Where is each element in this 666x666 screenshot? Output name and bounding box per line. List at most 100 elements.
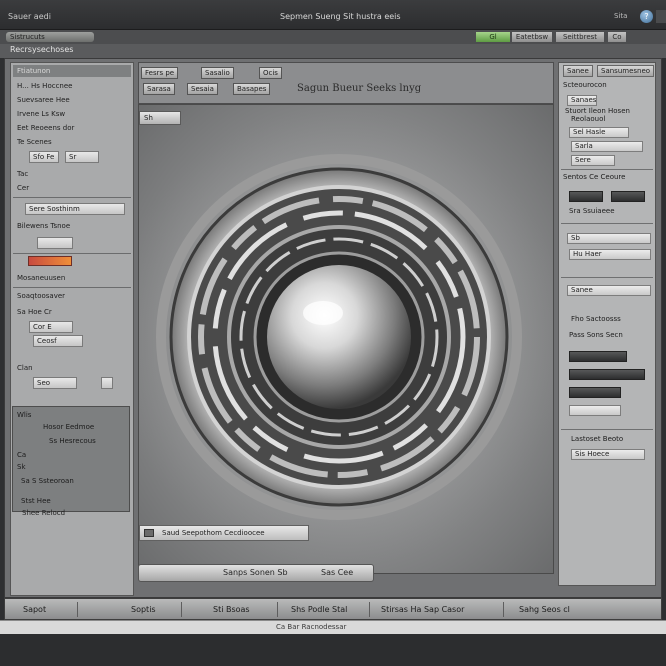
help-icon[interactable]: ?	[640, 10, 653, 23]
left-field-2[interactable]: Sr	[65, 151, 99, 163]
left-field-1[interactable]: Sfo Fe	[29, 151, 59, 163]
status-divider	[277, 602, 278, 617]
title-bar: Sauer aedi Sepmen Sueng Sit hustra eeis …	[0, 0, 666, 30]
timeline-slider[interactable]: Sanps Sonen Sb Sas Cee	[138, 564, 374, 582]
tool-button-6[interactable]: Ocis	[259, 67, 282, 79]
dark-row-3[interactable]: Ss Hesrecous	[49, 437, 96, 445]
layer-caption: Saud Seepothom Cecdioocee	[162, 529, 265, 537]
right-divider-3	[561, 277, 653, 278]
right-dark-field-3[interactable]	[569, 351, 627, 362]
right-row-7: Fho Sactoosss	[571, 315, 621, 323]
left-field-3[interactable]: Sere Sosthinm	[25, 203, 125, 215]
status-item-2[interactable]: Soptis	[131, 605, 156, 614]
sphere-highlight	[303, 301, 343, 325]
tab-1[interactable]: Sanee	[563, 65, 593, 77]
status-divider	[77, 602, 78, 617]
left-row-3[interactable]: Irvene Ls Ksw	[17, 109, 65, 120]
status-item-3[interactable]: Sti Bsoas	[213, 605, 250, 614]
left-dark-section: Wlis Hosor Eedmoe Ss Hesrecous Ca Sk Sa …	[12, 406, 130, 512]
window-control-button[interactable]	[656, 10, 666, 23]
status-item-5[interactable]: Stirsas Ha Sap Casor	[381, 605, 464, 614]
dark-row-1: Wlis	[17, 411, 32, 419]
artwork-canvas[interactable]: Sh Saud Seepothom Cecdioocee	[138, 104, 554, 574]
right-row-8: Pass Sons Secn	[569, 331, 623, 339]
right-row-9: Lastoset Beoto	[571, 435, 624, 443]
tool-button-5[interactable]: Basapes	[233, 83, 271, 95]
menu-button-1[interactable]: Eatetbsw	[512, 32, 552, 42]
left-toggle[interactable]	[37, 237, 73, 249]
left-row-7[interactable]: Cer	[17, 183, 29, 194]
right-field-5[interactable]: Sb	[567, 233, 651, 244]
left-footer-row[interactable]: Shee Relocd	[22, 508, 65, 519]
bottom-chrome	[0, 634, 666, 666]
right-row-5: Sentos Ce Ceoure	[563, 173, 626, 181]
status-item-1[interactable]: Sapot	[23, 605, 46, 614]
status-divider	[503, 602, 504, 617]
status-item-6[interactable]: Sahg Seos cl	[519, 605, 570, 614]
left-mid-row-3[interactable]: Clan	[17, 363, 33, 374]
tab-2[interactable]: Sansumesneo	[597, 65, 655, 77]
left-panel-header: Ftiatunon	[13, 65, 131, 77]
layer-caption-bar[interactable]: Saud Seepothom Cecdioocee	[139, 525, 309, 541]
right-divider-4	[561, 429, 653, 430]
workspace-menu[interactable]: Sistrucuts	[6, 32, 94, 42]
mini-label[interactable]: Sita	[614, 12, 627, 20]
menu-bar: Sistrucuts Gl Eatetbsw Seittbrest Co	[0, 30, 666, 44]
footer-bar: Ca Bar Racnodessar	[0, 620, 666, 634]
right-dark-field-5[interactable]	[569, 387, 621, 398]
left-checkbox[interactable]	[101, 377, 113, 389]
breadcrumb-bar: Recrsysechoses	[0, 44, 666, 58]
dark-row-7[interactable]: Stst Hee	[21, 497, 51, 505]
left-mid-row-2[interactable]: Sa Hoe Cr	[17, 307, 52, 318]
dark-row-4[interactable]: Ca	[17, 451, 26, 459]
central-sphere	[267, 265, 411, 409]
mechanical-eye-artwork	[139, 107, 553, 567]
layer-icon	[144, 529, 154, 537]
tool-button-3[interactable]: Sarasa	[143, 83, 175, 95]
right-field-1[interactable]: Sanaes	[567, 95, 597, 106]
left-mid-field-1[interactable]: Cor E	[29, 321, 73, 333]
right-dark-field-2[interactable]	[611, 191, 645, 202]
right-field-2[interactable]: Sel Hasle	[569, 127, 629, 138]
left-mid-field-2[interactable]: Ceosf	[33, 335, 83, 347]
document-title: Sagun Bueur Seeks lnyg	[297, 83, 422, 94]
right-dark-field-4[interactable]	[569, 369, 645, 380]
right-panel: Sanee Sansumesneo Scteourocon Sanaes Stu…	[558, 62, 656, 586]
status-indicator[interactable]: Gl	[476, 32, 510, 42]
right-row-1: Scteourocon	[563, 81, 607, 89]
tool-button-4[interactable]: Sesaia	[187, 83, 218, 95]
status-bar: Sapot Soptis Sti Bsoas Shs Podle Stal St…	[4, 598, 662, 620]
window-title: Sepmen Sueng Sit hustra eeis	[280, 12, 401, 21]
left-mid-field-3[interactable]: Seo	[33, 377, 77, 389]
left-row-1[interactable]: H... Hs Hoccnee	[17, 81, 72, 92]
right-field-7[interactable]: Sanee	[567, 285, 651, 296]
left-row-5[interactable]: Te Scenes	[17, 137, 52, 148]
right-field-6[interactable]: Hu Haer	[569, 249, 651, 260]
slider-label-a: Sanps Sonen Sb	[223, 568, 288, 577]
right-field-4[interactable]: Sere	[571, 155, 615, 166]
tool-button-1[interactable]: Fesrs pe	[141, 67, 179, 79]
dark-row-5[interactable]: Sk	[17, 463, 26, 471]
left-row-8[interactable]: Bilewens Tsnoe	[17, 221, 70, 232]
tool-button-2[interactable]: Sasalio	[201, 67, 234, 79]
menu-button-2[interactable]: Seittbrest	[556, 32, 604, 42]
color-swatch[interactable]	[28, 256, 72, 266]
right-row-4: Reolaouol	[571, 115, 606, 123]
right-field-8[interactable]: Sis Hoece	[571, 449, 645, 460]
status-item-4[interactable]: Shs Podle Stal	[291, 605, 347, 614]
left-row-6[interactable]: Tac	[17, 169, 28, 180]
right-field-3[interactable]: Sarla	[571, 141, 643, 152]
menu-button-3[interactable]: Co	[608, 32, 626, 42]
right-dark-field-1[interactable]	[569, 191, 603, 202]
slider-label-b: Sas Cee	[321, 568, 354, 577]
left-mid-row-1[interactable]: Soaqtoosaver	[17, 291, 65, 302]
zoom-chip[interactable]: Sh	[139, 111, 181, 125]
dark-row-6[interactable]: Sa S Ssteoroan	[21, 477, 74, 485]
breadcrumb[interactable]: Recrsysechoses	[10, 45, 73, 54]
dark-row-2[interactable]: Hosor Eedmoe	[43, 423, 94, 431]
right-swatch-white[interactable]	[569, 405, 621, 416]
left-row-2[interactable]: Suevsaree Hee	[17, 95, 70, 106]
left-row-4[interactable]: Eet Reoeens dor	[17, 123, 74, 134]
right-divider-2	[561, 223, 653, 224]
right-row-3[interactable]: Stuort Ileon Hosen	[565, 107, 630, 115]
